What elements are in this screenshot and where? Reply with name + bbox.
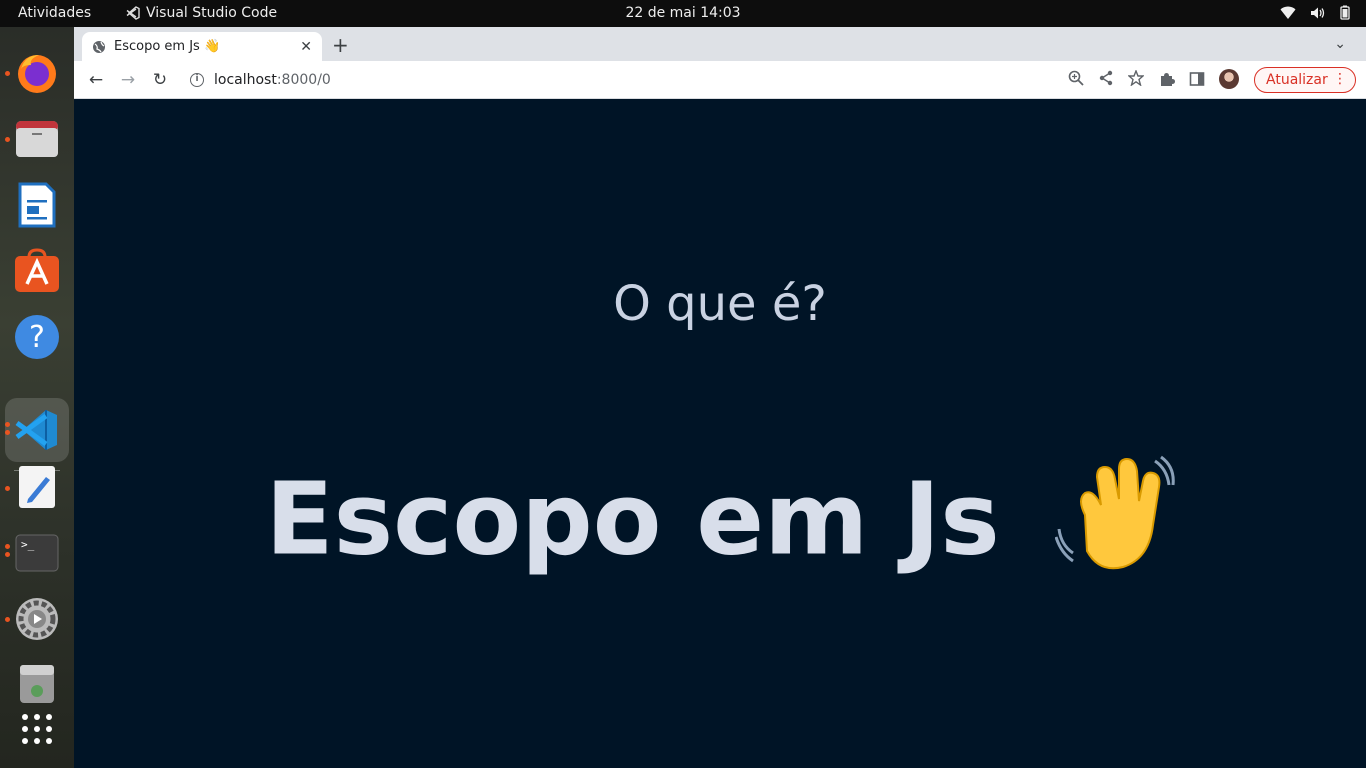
extension-area bbox=[1159, 69, 1239, 89]
address-bar[interactable]: i localhost:8000/0 bbox=[182, 65, 1152, 95]
site-info-icon[interactable]: i bbox=[190, 73, 204, 87]
globe-icon bbox=[93, 40, 105, 53]
tab-strip: Escopo em Js 👋 ✕ + ⌄ bbox=[74, 27, 1366, 61]
dock: ? >_ bbox=[0, 27, 74, 768]
text-editor-icon[interactable] bbox=[13, 463, 61, 511]
more-menu-icon[interactable]: ⋮ bbox=[1333, 71, 1347, 87]
battery-icon[interactable] bbox=[1340, 5, 1350, 20]
address-bar-actions bbox=[1068, 70, 1144, 86]
running-indicator bbox=[5, 71, 10, 76]
vscode-icon[interactable] bbox=[13, 406, 61, 454]
tab-close-icon[interactable]: ✕ bbox=[300, 39, 312, 55]
libreoffice-writer-icon[interactable] bbox=[13, 181, 61, 229]
tab-escopo[interactable]: Escopo em Js 👋 ✕ bbox=[82, 32, 322, 61]
firefox-icon[interactable] bbox=[13, 49, 61, 97]
running-indicator bbox=[5, 486, 10, 491]
running-indicator bbox=[5, 422, 10, 427]
clock[interactable]: 22 de mai 14:03 bbox=[0, 5, 1366, 21]
system-tray[interactable] bbox=[1280, 5, 1350, 20]
running-indicator bbox=[5, 430, 10, 435]
new-tab-button[interactable]: + bbox=[332, 33, 349, 57]
extensions-puzzle-icon[interactable] bbox=[1159, 71, 1175, 87]
url-path: :8000/0 bbox=[276, 72, 331, 88]
browser-toolbar: ← → ↻ i localhost:8000/0 Atualizar ⋮ bbox=[74, 61, 1366, 99]
system-top-bar: Atividades Visual Studio Code 22 de mai … bbox=[0, 0, 1366, 27]
zoom-icon[interactable] bbox=[1068, 70, 1084, 86]
trash-icon[interactable] bbox=[13, 659, 61, 707]
back-button[interactable]: ← bbox=[85, 69, 107, 91]
profile-avatar[interactable] bbox=[1219, 69, 1239, 89]
wifi-icon[interactable] bbox=[1280, 6, 1296, 20]
side-panel-icon[interactable] bbox=[1189, 71, 1205, 87]
files-icon[interactable] bbox=[13, 115, 61, 163]
slide-title-text: Escopo em Js bbox=[265, 460, 1000, 578]
running-indicator bbox=[5, 617, 10, 622]
share-icon[interactable] bbox=[1098, 70, 1114, 86]
help-icon[interactable]: ? bbox=[13, 313, 61, 361]
running-indicator bbox=[5, 544, 10, 549]
svg-text:>_: >_ bbox=[21, 538, 35, 551]
url-host: localhost bbox=[214, 72, 277, 88]
browser-window: Escopo em Js 👋 ✕ + ⌄ ← → ↻ i localhost:8… bbox=[74, 27, 1366, 768]
tab-search-chevron-icon[interactable]: ⌄ bbox=[1334, 36, 1346, 52]
software-store-icon[interactable] bbox=[13, 247, 61, 295]
bookmark-star-icon[interactable] bbox=[1128, 70, 1144, 86]
volume-icon[interactable] bbox=[1310, 6, 1326, 20]
running-indicator bbox=[5, 137, 10, 142]
running-indicator bbox=[5, 552, 10, 557]
show-apps-icon[interactable] bbox=[13, 705, 61, 753]
update-button[interactable]: Atualizar ⋮ bbox=[1254, 67, 1356, 93]
terminal-icon[interactable]: >_ bbox=[13, 529, 61, 577]
page-content: O que é? Escopo em Js bbox=[74, 100, 1366, 768]
update-label: Atualizar bbox=[1266, 72, 1328, 88]
settings-icon[interactable] bbox=[13, 595, 61, 643]
slide-title: Escopo em Js bbox=[74, 455, 1366, 597]
forward-button[interactable]: → bbox=[117, 69, 139, 91]
waving-hand-icon bbox=[1054, 455, 1175, 597]
tab-title: Escopo em Js 👋 bbox=[114, 39, 221, 54]
slide-subtitle: O que é? bbox=[613, 276, 827, 332]
svg-text:?: ? bbox=[29, 320, 45, 355]
reload-button[interactable]: ↻ bbox=[149, 69, 171, 91]
